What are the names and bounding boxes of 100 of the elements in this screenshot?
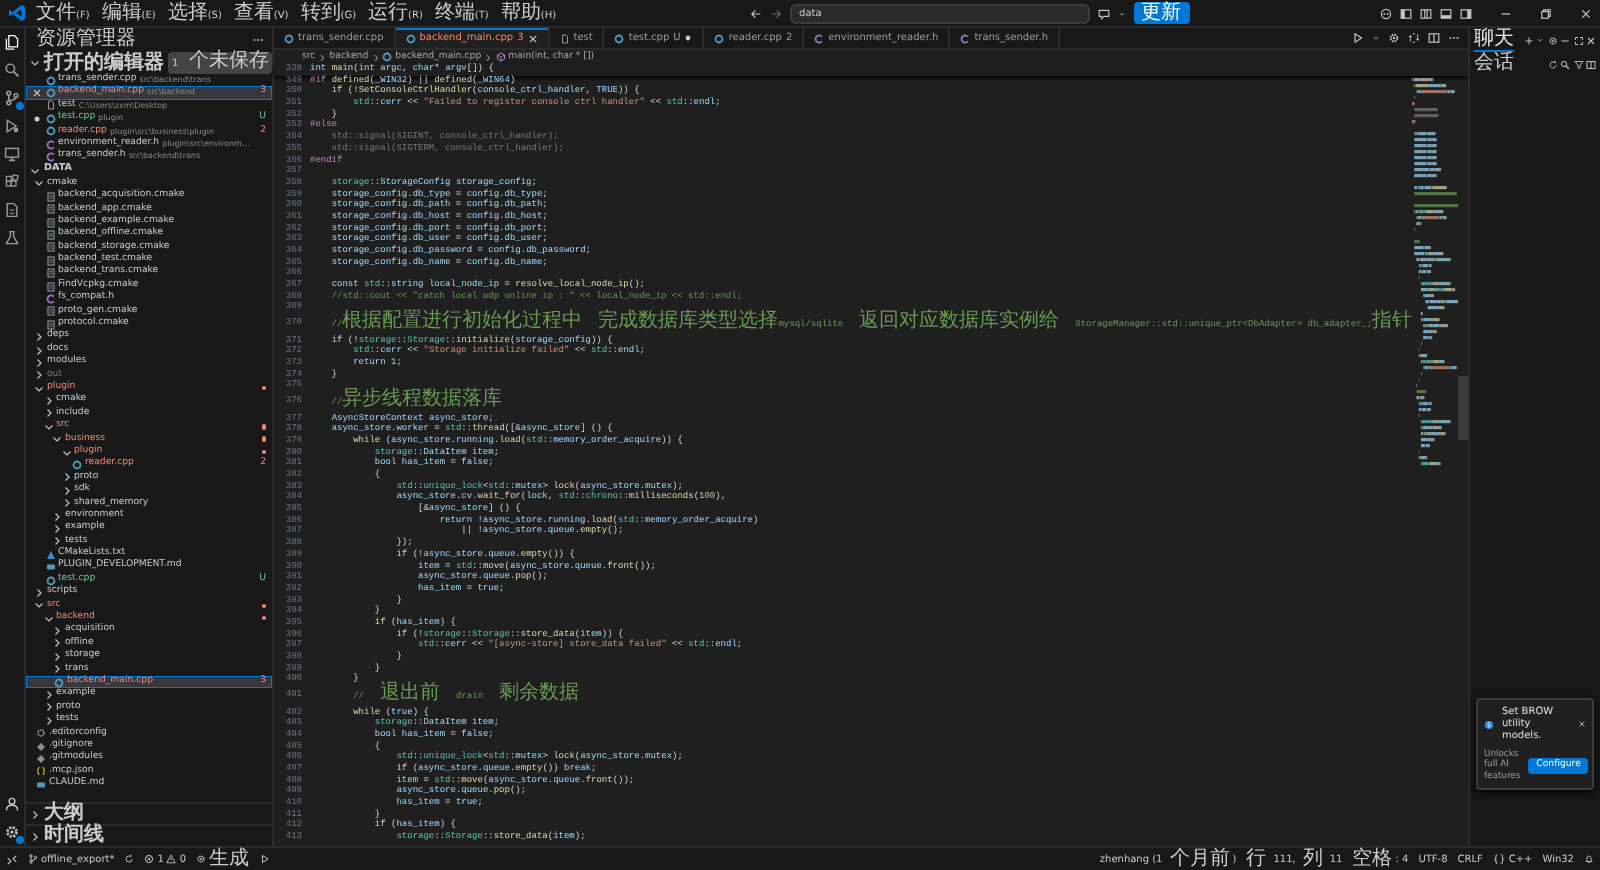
file-icon [714,33,725,43]
chevron-icon[interactable] [61,447,71,458]
play-icon[interactable] [259,854,270,864]
file-icon [960,33,971,43]
caret-icon[interactable] [1372,34,1380,42]
close-icon[interactable] [1578,720,1586,729]
document-icon[interactable] [4,202,20,218]
close-icon[interactable] [1580,7,1592,19]
chevron-icon[interactable] [30,831,40,841]
search-icon[interactable] [4,62,20,78]
file-icon [614,33,625,43]
chevron-icon[interactable] [61,472,71,483]
split-editor-icon[interactable] [1428,32,1440,44]
secondary-sidebar-layout-icon[interactable] [1460,7,1472,19]
chevron-icon[interactable] [52,626,62,637]
method-icon [495,52,506,62]
status-dot [261,449,266,455]
chevron-icon[interactable] [43,396,53,407]
chevron-icon[interactable] [52,523,62,534]
chevron-icon[interactable] [43,690,53,701]
chevron-icon[interactable] [61,498,71,509]
panel-layout-icon[interactable] [1420,7,1432,19]
restore-icon[interactable] [1540,7,1552,19]
chevron-icon[interactable] [30,165,40,176]
settings-icon[interactable] [4,824,20,840]
chevron-icon[interactable] [34,370,44,381]
chevron-icon[interactable] [52,638,62,649]
chevron-icon[interactable] [34,600,44,611]
branch-icon [28,854,38,864]
info-icon [1484,719,1494,730]
chevron-icon[interactable] [43,715,53,726]
settings-icon[interactable] [1547,35,1557,45]
chevron-icon[interactable] [34,357,44,368]
file-icon [814,33,825,43]
status-dot [261,424,266,430]
chevron-icon[interactable] [43,613,53,624]
chevron-icon[interactable] [52,651,62,662]
sync-icon[interactable] [124,854,135,864]
file-icon [559,33,570,43]
file-icon [382,52,393,62]
chevron-icon[interactable] [34,587,44,598]
chevron-icon[interactable] [34,383,44,394]
minimize-icon[interactable] [1500,7,1512,19]
settings-icon [196,854,207,864]
status-dot [261,615,266,621]
status-dot [261,436,266,442]
chevron-icon[interactable] [43,421,53,432]
branch-icon[interactable] [4,90,20,106]
play-icon[interactable] [4,118,20,134]
bell-icon[interactable] [1584,854,1594,864]
build-item[interactable]: 生成 [196,849,250,869]
chevron-icon[interactable] [52,664,62,675]
minimize-icon[interactable] [1560,35,1570,45]
account-icon[interactable] [4,796,20,812]
run-icon[interactable] [1352,32,1364,44]
section-header[interactable]: 大纲 [26,802,272,824]
filter-icon[interactable] [1573,59,1583,69]
panel-subtitle: 会话 [1474,54,1514,74]
chevron-icon[interactable] [34,345,44,355]
back-arrow-icon[interactable] [749,7,762,19]
chat-icon[interactable] [1097,7,1110,19]
status-dot [261,385,266,391]
plus-icon[interactable] [1523,35,1533,45]
monitor-icon[interactable] [4,146,20,162]
caret-icon[interactable] [1536,36,1544,44]
compare-icon[interactable] [1408,32,1420,44]
sidebar-title: 资源管理器 [36,30,136,50]
chevron-icon[interactable] [43,702,53,713]
bottom-panel-layout-icon[interactable] [1440,7,1452,19]
flask-icon[interactable] [4,230,20,246]
app-logo [8,4,26,22]
file-icon [54,677,64,688]
sidebar-layout-icon[interactable] [1400,7,1412,19]
remote-icon[interactable] [6,853,18,865]
split-icon[interactable] [1586,59,1596,69]
close-icon[interactable] [527,33,538,43]
chevron-icon[interactable] [52,536,62,547]
maximize-icon[interactable] [1573,35,1583,45]
chevron-icon[interactable] [52,434,62,445]
chevron-icon[interactable] [34,332,44,343]
chevron-icon[interactable] [34,178,44,189]
settings-icon[interactable] [1388,32,1400,44]
forward-arrow-icon[interactable] [769,7,782,19]
close-icon[interactable] [1586,35,1596,45]
chevron-icon[interactable] [43,408,53,419]
file-icon [72,460,82,471]
extensions-icon[interactable] [4,174,20,190]
chevron-icon[interactable] [30,58,40,68]
scrollbar-thumb[interactable] [1458,375,1468,440]
close-icon[interactable] [32,88,42,99]
chevron-icon[interactable] [30,809,40,819]
refresh-icon[interactable] [1547,59,1557,69]
panel-tab[interactable]: 聊天 [1474,29,1514,51]
file-icon [284,33,294,43]
search-icon[interactable] [1560,59,1570,69]
error-icon [144,854,155,864]
chevron-icon[interactable] [61,485,71,496]
chevron-icon[interactable] [52,511,62,522]
files-icon[interactable] [4,34,20,50]
update-button[interactable]: 更新 [1133,2,1190,24]
